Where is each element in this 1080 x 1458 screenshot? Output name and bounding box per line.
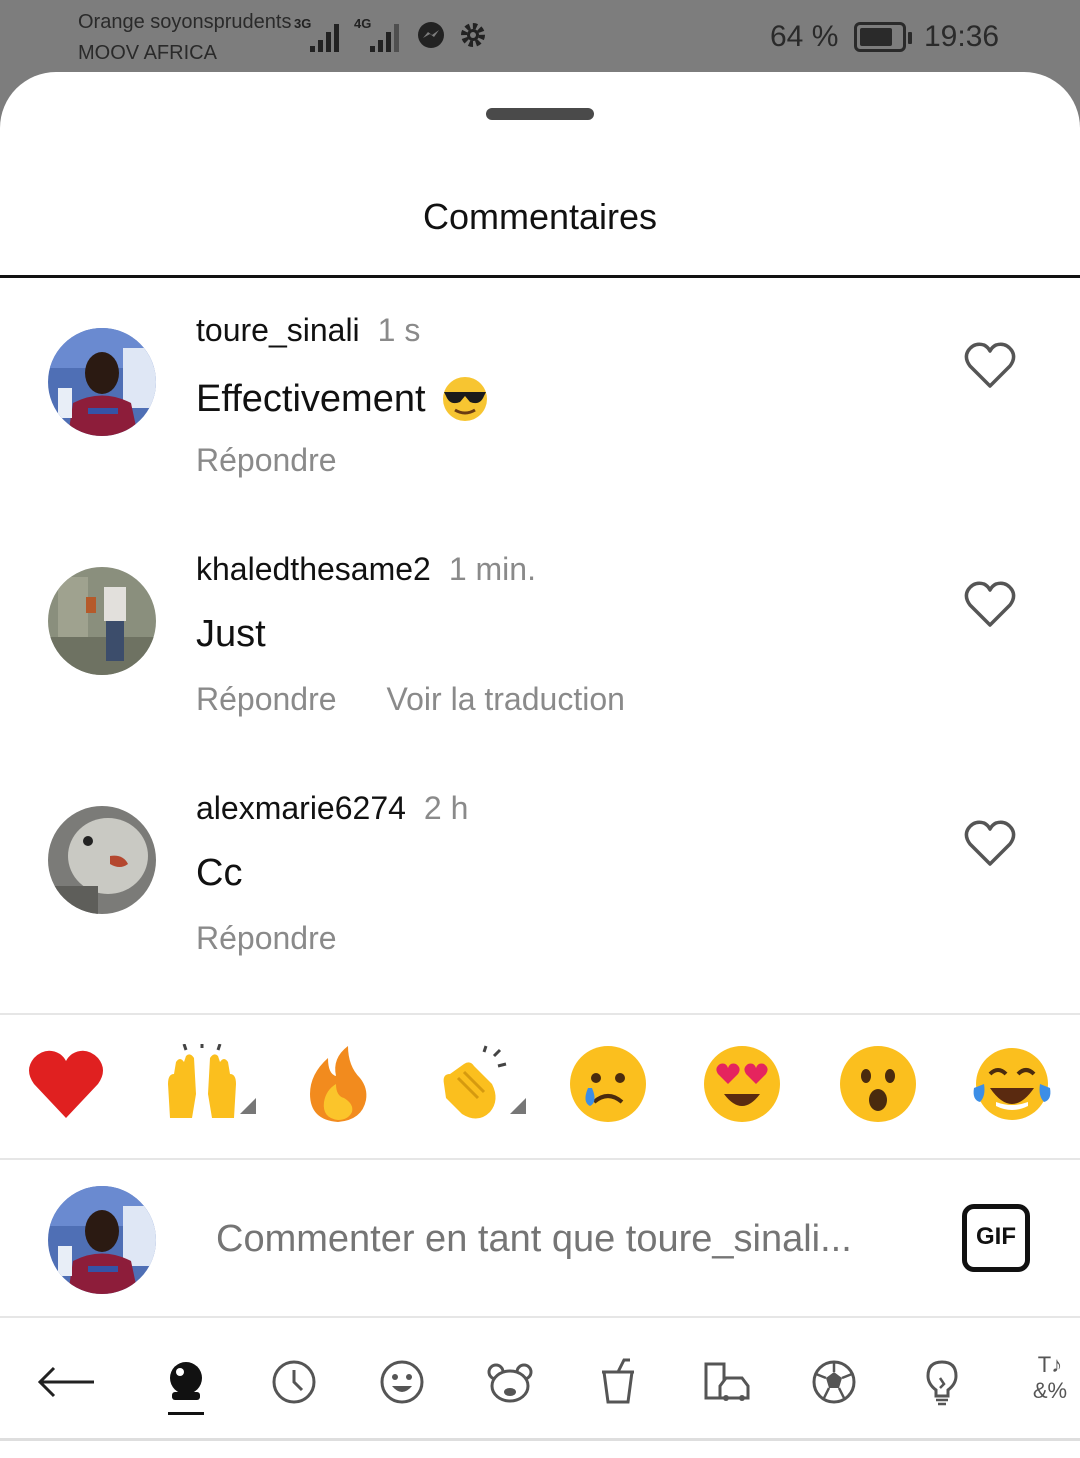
comment-actions: Répondre Voir la traduction	[196, 681, 625, 718]
battery-icon	[854, 22, 912, 52]
tears-of-joy-icon[interactable]	[972, 1044, 1052, 1124]
smiley-icon[interactable]	[378, 1358, 426, 1406]
comment-username[interactable]: toure_sinali 1 s	[196, 312, 420, 349]
comment-username[interactable]: khaledthesame2 1 min.	[196, 551, 536, 588]
comment-body: Effectivement	[196, 377, 426, 420]
comment-item: toure_sinali 1 s Effectivement Répondre	[0, 312, 1080, 528]
carrier-name-1: Orange soyonsprudents	[78, 11, 292, 33]
reply-button[interactable]: Répondre	[196, 920, 337, 956]
back-arrow-icon[interactable]	[36, 1358, 96, 1406]
skin-tone-indicator	[510, 1098, 526, 1114]
reactions-divider	[0, 1013, 1080, 1015]
like-heart-icon[interactable]	[962, 340, 1018, 390]
gear-icon	[461, 23, 485, 47]
active-tab-indicator	[168, 1412, 204, 1415]
skin-tone-indicator	[240, 1098, 256, 1114]
see-translation-button[interactable]: Voir la traduction	[387, 681, 625, 717]
recent-icon[interactable]	[270, 1358, 318, 1406]
crying-face-icon[interactable]	[568, 1044, 648, 1124]
animal-icon[interactable]	[486, 1358, 534, 1406]
raising-hands-icon[interactable]	[162, 1044, 242, 1124]
gif-button[interactable]: GIF	[962, 1204, 1030, 1272]
composer-divider	[0, 1158, 1080, 1160]
comment-actions: Répondre	[196, 442, 337, 479]
comment-input[interactable]	[216, 1218, 916, 1261]
messenger-icon	[418, 22, 444, 48]
heart-eyes-icon[interactable]	[702, 1044, 782, 1124]
symbols-icon-top: T♪	[1037, 1352, 1063, 1377]
signal-strength-icon: 4G	[354, 16, 406, 52]
objects-icon[interactable]	[918, 1358, 966, 1406]
sheet-title: Commentaires	[422, 196, 658, 237]
username-text[interactable]: alexmarie6274	[196, 790, 406, 826]
fire-icon[interactable]	[298, 1044, 378, 1124]
astonished-face-icon[interactable]	[838, 1044, 918, 1124]
avatar[interactable]	[48, 567, 156, 675]
like-heart-icon[interactable]	[962, 579, 1018, 629]
status-bar: Orange soyonsprudents MOOV AFRICA 3G 4G …	[0, 0, 1080, 72]
drag-handle[interactable]	[486, 108, 594, 120]
activity-icon[interactable]	[810, 1358, 858, 1406]
comment-username[interactable]: alexmarie6274 2 h	[196, 790, 468, 827]
clock: 19:36	[924, 20, 1000, 53]
travel-icon[interactable]	[702, 1358, 750, 1406]
clapping-hands-icon[interactable]	[434, 1044, 514, 1124]
red-heart-icon[interactable]	[26, 1044, 106, 1124]
emoji-keyboard-tabs: T♪ &%	[0, 1316, 1080, 1442]
comment-text: Just	[196, 613, 266, 656]
signal-strength-icon: 3G	[294, 16, 346, 52]
comments-sheet: Commentaires toure_sinali 1 s Effectiveme…	[0, 72, 1080, 1458]
title-divider	[0, 275, 1080, 278]
avatar[interactable]	[48, 806, 156, 914]
sunglasses-emoji-icon	[442, 377, 487, 421]
reply-button[interactable]: Répondre	[196, 442, 337, 478]
current-user-avatar	[48, 1186, 156, 1294]
comment-item: khaledthesame2 1 min. Just Répondre Voir l…	[0, 551, 1080, 767]
comment-body: Cc	[196, 852, 243, 894]
keyboard-bottom-rule	[0, 1438, 1080, 1441]
comment-item: alexmarie6274 2 h Cc Répondre	[0, 790, 1080, 1006]
avatar[interactable]	[48, 328, 156, 436]
sticker-icon[interactable]	[162, 1358, 210, 1406]
comment-time: 1 min.	[448, 551, 536, 587]
username-text[interactable]: khaledthesame2	[196, 551, 431, 587]
comment-time: 2 h	[423, 790, 469, 826]
comment-text: Effectivement	[196, 374, 490, 424]
like-heart-icon[interactable]	[962, 818, 1018, 868]
quick-reactions-bar	[0, 1044, 1080, 1132]
comment-text: Cc	[196, 852, 242, 895]
comment-body: Just	[196, 613, 266, 655]
symbols-icon[interactable]: T♪ &%	[1026, 1352, 1074, 1408]
reply-button[interactable]: Répondre	[196, 681, 337, 717]
comment-actions: Répondre	[196, 920, 337, 957]
username-text[interactable]: toure_sinali	[196, 312, 360, 348]
network-type-label: 4G	[354, 16, 372, 31]
food-icon[interactable]	[594, 1358, 642, 1406]
network-type-label: 3G	[294, 16, 312, 31]
carrier-name-2: MOOV AFRICA	[78, 42, 217, 64]
comment-time: 1 s	[377, 312, 421, 348]
battery-percent: 64 %	[770, 20, 839, 53]
symbols-icon-bottom: &%	[1032, 1378, 1068, 1403]
